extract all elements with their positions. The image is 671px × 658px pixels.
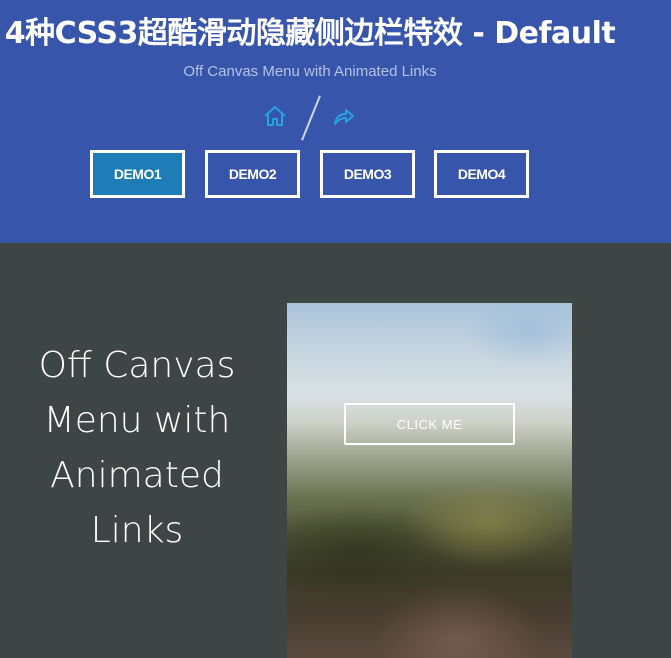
demo1-button[interactable]: DEMO1: [90, 150, 185, 198]
phone-preview: CLICK ME: [287, 303, 572, 658]
demo3-button[interactable]: DEMO3: [320, 150, 415, 198]
header-nav: [262, 94, 362, 141]
heading-line: Animated: [50, 455, 224, 496]
main-heading: Off Canvas Menu with Animated Links: [22, 338, 252, 558]
home-icon[interactable]: [262, 104, 288, 133]
blurred-background-image: [287, 303, 572, 658]
page-header: 4种CSS3超酷滑动隐藏侧边栏特效 - Default Off Canvas M…: [0, 0, 671, 243]
page-title: 4种CSS3超酷滑动隐藏侧边栏特效 - Default: [4, 16, 616, 51]
demo4-button[interactable]: DEMO4: [434, 150, 529, 198]
click-me-button[interactable]: CLICK ME: [344, 403, 515, 445]
nav-divider: [301, 95, 321, 141]
heading-line: Off Canvas: [38, 345, 236, 386]
heading-line: Links: [90, 510, 184, 551]
heading-line: Menu with: [43, 400, 231, 441]
share-icon[interactable]: [332, 106, 356, 133]
page-subtitle: Off Canvas Menu with Animated Links: [183, 63, 437, 80]
demo2-button[interactable]: DEMO2: [205, 150, 300, 198]
